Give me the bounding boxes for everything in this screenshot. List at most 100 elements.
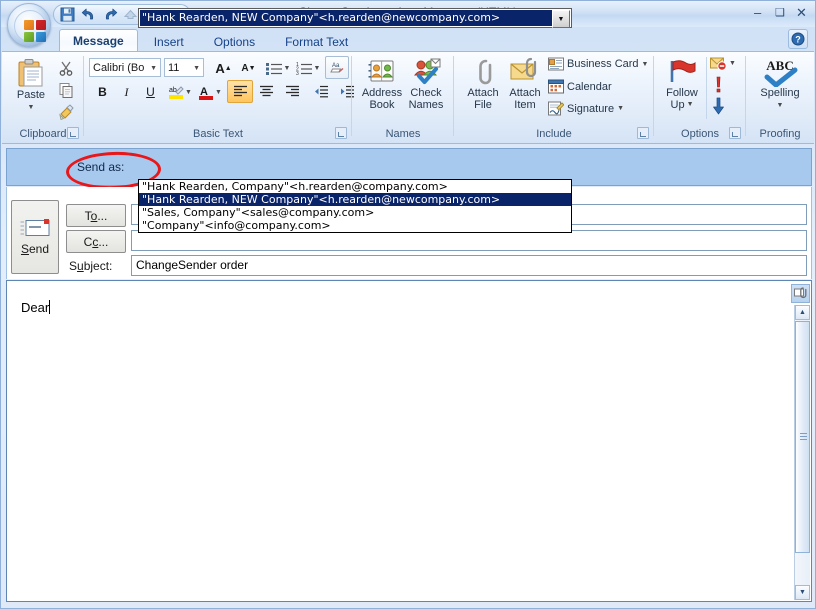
redo-button[interactable] <box>101 6 118 24</box>
paste-button[interactable]: Paste ▼ <box>9 57 53 114</box>
message-body-area[interactable]: Dear ▲ ▼ <box>6 280 812 602</box>
send-as-combobox[interactable]: "Hank Rearden, NEW Company"<h.rearden@ne… <box>138 8 572 28</box>
low-importance-button[interactable] <box>712 97 725 118</box>
check-names-label-line1: Check <box>410 87 441 99</box>
undo-icon <box>81 7 97 22</box>
attachment-indicator-button[interactable] <box>791 284 810 303</box>
copy-button[interactable] <box>56 80 76 100</box>
cut-button[interactable] <box>56 58 76 78</box>
highlight-icon: ab <box>168 84 184 100</box>
copy-icon <box>58 82 74 98</box>
group-separator-1 <box>83 56 84 136</box>
signature-button[interactable]: Signature ▼ <box>548 101 624 116</box>
spelling-icon: ABC <box>759 57 801 87</box>
numbering-button[interactable]: 123 ▼ <box>294 57 322 79</box>
message-body-text: Dear <box>21 300 50 315</box>
paste-chevron-down-icon: ▼ <box>28 102 35 114</box>
minimize-button[interactable]: – <box>753 6 767 19</box>
align-left-button[interactable] <box>227 80 253 103</box>
attach-file-label-line2: File <box>474 99 492 111</box>
align-right-button[interactable] <box>279 80 305 103</box>
italic-button[interactable]: I <box>115 81 138 103</box>
check-names-button[interactable]: Check Names <box>404 57 448 111</box>
attach-item-icon <box>509 57 541 87</box>
business-card-label: Business Card <box>567 58 639 70</box>
italic-icon: I <box>125 85 129 100</box>
attach-item-button[interactable]: Attach Item <box>503 57 547 111</box>
grow-font-button[interactable]: A▲ <box>211 57 236 79</box>
permission-button[interactable]: ▼ <box>710 56 736 71</box>
include-dialog-launcher[interactable] <box>637 127 649 139</box>
send-button[interactable]: Send <box>11 200 59 274</box>
dropdown-option-2[interactable]: "Sales, Company"<sales@company.com> <box>139 206 571 219</box>
save-icon <box>60 7 75 22</box>
text-highlight-button[interactable]: ab ▼ <box>166 81 194 103</box>
shrink-font-button[interactable]: A▼ <box>236 57 261 79</box>
save-button[interactable] <box>59 6 76 24</box>
tab-insert[interactable]: Insert <box>140 31 198 52</box>
align-center-button[interactable] <box>253 80 279 103</box>
attach-file-label-line1: Attach <box>467 87 498 99</box>
previous-item-button[interactable] <box>122 6 139 24</box>
basic-text-dialog-launcher[interactable] <box>335 127 347 139</box>
outlook-message-window: ChangeSender order - Message (HTML) – ❑ … <box>0 0 816 609</box>
options-inner-separator <box>706 57 707 119</box>
font-name-combobox[interactable]: Calibri (Bo ▼ <box>89 58 161 77</box>
tab-format-text[interactable]: Format Text <box>271 31 362 52</box>
follow-up-chevron-down-icon: ▼ <box>687 99 694 111</box>
tab-message[interactable]: Message <box>59 29 138 52</box>
high-importance-button[interactable] <box>714 76 723 96</box>
font-size-chevron-down-icon: ▼ <box>193 65 200 72</box>
scroll-up-button[interactable]: ▲ <box>795 305 810 320</box>
business-card-button[interactable]: Business Card ▼ <box>548 57 648 71</box>
bullets-icon <box>266 62 282 75</box>
dropdown-option-1[interactable]: "Hank Rearden, NEW Company"<h.rearden@ne… <box>139 193 571 206</box>
clear-formatting-button[interactable]: Aa <box>325 56 349 79</box>
font-name-chevron-down-icon: ▼ <box>150 65 157 72</box>
attachment-icon <box>794 287 807 300</box>
send-as-selected-value: "Hank Rearden, NEW Company"<h.rearden@ne… <box>140 10 553 26</box>
scrollbar-thumb[interactable] <box>795 321 810 553</box>
cc-button[interactable]: Cc... <box>66 230 126 253</box>
underline-button[interactable]: U <box>139 81 162 103</box>
font-size-combobox[interactable]: 11 ▼ <box>164 58 204 77</box>
undo-button[interactable] <box>80 6 97 24</box>
numbering-icon: 123 <box>296 62 312 75</box>
calendar-button[interactable]: Calendar <box>548 79 612 94</box>
ribbon-tabs: Message Insert Options Format Text <box>59 27 364 52</box>
signature-chevron-down-icon: ▼ <box>617 105 624 112</box>
tab-options[interactable]: Options <box>200 31 269 52</box>
send-as-dropdown-list[interactable]: "Hank Rearden, Company"<h.rearden@compan… <box>138 179 572 233</box>
body-vertical-scrollbar[interactable]: ▲ ▼ <box>794 305 810 600</box>
options-dialog-launcher[interactable] <box>729 127 741 139</box>
clipboard-dialog-launcher[interactable] <box>67 127 79 139</box>
group-separator-4 <box>653 56 654 136</box>
format-painter-button[interactable] <box>56 102 76 122</box>
send-as-dropdown-button[interactable]: ▼ <box>552 10 570 28</box>
spelling-button[interactable]: ABC Spelling ▼ <box>754 57 806 112</box>
font-color-button[interactable]: A ▼ <box>196 81 224 103</box>
cc-input[interactable] <box>131 230 807 251</box>
bullets-button[interactable]: ▼ <box>264 57 292 79</box>
send-envelope-icon <box>20 219 50 239</box>
close-button[interactable]: ✕ <box>795 6 809 19</box>
ribbon-group-clipboard: Paste ▼ <box>4 53 82 141</box>
tab-message-label: Message <box>73 34 124 48</box>
to-button[interactable]: To... <box>66 204 126 227</box>
maximize-button[interactable]: ❑ <box>774 6 788 19</box>
svg-text:?: ? <box>795 35 801 45</box>
bold-button[interactable]: B <box>91 81 114 103</box>
attach-file-button[interactable]: Attach File <box>461 57 505 111</box>
subject-input[interactable]: ChangeSender order <box>131 255 807 276</box>
dropdown-option-3[interactable]: "Company"<info@company.com> <box>139 219 571 232</box>
scroll-down-button[interactable]: ▼ <box>795 585 810 600</box>
underline-icon: U <box>146 85 155 99</box>
ribbon-group-names: Address Book Check Names Names <box>354 53 452 141</box>
paste-label: Paste <box>17 89 45 101</box>
dropdown-option-0[interactable]: "Hank Rearden, Company"<h.rearden@compan… <box>139 180 571 193</box>
decrease-indent-button[interactable] <box>308 80 334 103</box>
help-button[interactable]: ? <box>788 29 808 49</box>
grow-font-icon: A <box>215 61 224 76</box>
address-book-button[interactable]: Address Book <box>359 57 405 111</box>
follow-up-button[interactable]: Follow Up ▼ <box>659 57 705 111</box>
